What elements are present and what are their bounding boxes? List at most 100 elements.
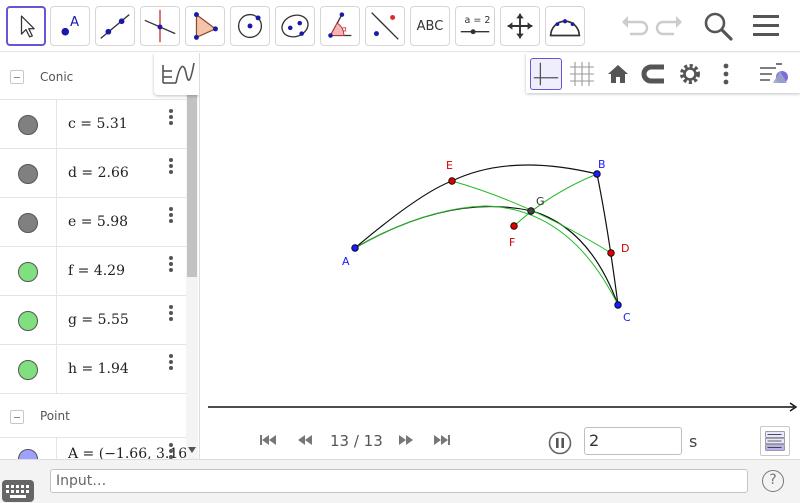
circle-tool[interactable]	[230, 6, 270, 46]
perpendicular-tool[interactable]	[140, 6, 180, 46]
point-a[interactable]	[351, 244, 359, 252]
point-c[interactable]	[614, 301, 622, 309]
algebra-toggle-icon	[760, 63, 788, 83]
main-menu-button[interactable]	[748, 8, 784, 44]
angle-tool[interactable]: α	[320, 6, 360, 46]
redo-button[interactable]	[652, 8, 688, 44]
point-b[interactable]	[593, 170, 601, 178]
group-header-point[interactable]: Point	[0, 393, 186, 439]
algebra-row[interactable]: c = 5.31	[0, 99, 186, 148]
input-field[interactable]	[50, 469, 748, 493]
more-options-button[interactable]	[710, 58, 742, 90]
more-options-icon[interactable]	[166, 158, 176, 176]
table-icon	[765, 431, 785, 451]
magnet-icon	[641, 64, 664, 84]
next-step-button[interactable]	[396, 432, 416, 448]
polygon-tool[interactable]	[185, 6, 225, 46]
line-tool[interactable]	[95, 6, 135, 46]
cursor-arrow-icon	[20, 15, 35, 38]
fast-forward-icon	[399, 435, 413, 445]
first-step-button[interactable]	[258, 432, 278, 448]
speed-input[interactable]: 2	[584, 427, 682, 455]
algebra-row[interactable]: d = 2.66	[0, 148, 186, 197]
graphics-style-bar	[526, 53, 800, 93]
collapse-toggle[interactable]	[10, 410, 24, 424]
arc-green-2	[451, 180, 612, 254]
point-tool[interactable]: A	[50, 6, 90, 46]
settings-button[interactable]	[674, 58, 706, 90]
ellipse-tool[interactable]	[275, 6, 315, 46]
visibility-toggle[interactable]	[18, 449, 38, 459]
point-label-a: A	[342, 255, 350, 268]
perpendicular-line-icon	[144, 9, 176, 43]
custom-tool[interactable]	[545, 6, 585, 46]
algebra-row[interactable]: e = 5.98	[0, 197, 186, 246]
point-f[interactable]	[510, 222, 518, 230]
point-d[interactable]	[607, 249, 615, 257]
point-label-f: F	[509, 236, 515, 249]
last-step-button[interactable]	[432, 432, 452, 448]
row-value: f = 4.29	[68, 263, 125, 279]
slider-tool-label: a = 2	[465, 15, 491, 26]
axes-icon	[533, 62, 559, 86]
more-options-icon[interactable]	[166, 354, 176, 372]
home-button[interactable]	[602, 58, 634, 90]
row-value: g = 5.55	[68, 312, 129, 328]
more-options-icon[interactable]	[166, 443, 176, 459]
style-bar-toggle-button[interactable]	[756, 58, 792, 90]
ellipse-icon	[281, 14, 309, 38]
scroll-thumb[interactable]	[187, 93, 197, 277]
move-graphics-tool[interactable]	[500, 6, 540, 46]
graphics-view[interactable]: A B C D E F G	[200, 53, 800, 459]
undo-button[interactable]	[616, 8, 652, 44]
point-label-c: C	[623, 311, 631, 324]
row-value: c = 5.31	[68, 116, 128, 132]
animation-bar: 13 / 13 2 s	[208, 422, 800, 459]
point-e[interactable]	[448, 177, 456, 185]
scroll-down-arrow-icon[interactable]	[188, 447, 196, 453]
visibility-toggle[interactable]	[18, 213, 38, 233]
keyboard-button[interactable]	[2, 480, 34, 502]
algebra-scrollbar[interactable]	[186, 53, 198, 459]
more-options-icon[interactable]	[166, 109, 176, 127]
collapse-toggle[interactable]	[10, 70, 24, 84]
pause-button[interactable]	[548, 431, 572, 455]
point-label-b: B	[598, 158, 606, 171]
toggle-grid-button[interactable]	[566, 58, 598, 90]
construction-canvas[interactable]: A B C D E F G	[200, 53, 800, 459]
algebra-row[interactable]: f = 4.29	[0, 246, 186, 295]
more-options-icon[interactable]	[166, 207, 176, 225]
toggle-axes-button[interactable]	[530, 58, 562, 90]
visibility-toggle[interactable]	[18, 115, 38, 135]
algebra-row[interactable]: g = 5.55	[0, 295, 186, 344]
row-value: e = 5.98	[68, 214, 129, 230]
svg-text:A: A	[70, 15, 79, 30]
point-label-e: E	[446, 159, 453, 172]
more-options-icon[interactable]	[166, 256, 176, 274]
help-button[interactable]: ?	[762, 470, 784, 492]
visibility-toggle[interactable]	[18, 164, 38, 184]
visibility-toggle[interactable]	[18, 360, 38, 380]
algebra-view: Conic c = 5.31 d = 2.66 e = 5.98 f = 4.2…	[0, 53, 200, 459]
slider-tool[interactable]: a = 2	[455, 6, 495, 46]
algebra-row[interactable]: A = (−1.66, 3.16)	[0, 437, 193, 459]
rewind-icon	[298, 435, 312, 445]
previous-step-button[interactable]	[295, 432, 315, 448]
point-capturing-button[interactable]	[638, 58, 670, 90]
graphing-toggle-button[interactable]	[154, 53, 199, 95]
construction-protocol-button[interactable]	[760, 426, 790, 456]
search-button[interactable]	[700, 8, 736, 44]
speed-unit: s	[689, 432, 698, 451]
text-tool[interactable]: ABC	[410, 6, 450, 46]
algebra-row[interactable]: h = 1.94	[0, 344, 186, 393]
visibility-toggle[interactable]	[18, 262, 38, 282]
visibility-toggle[interactable]	[18, 311, 38, 331]
settings-icon	[680, 64, 700, 84]
grid-icon	[570, 62, 594, 86]
point-label-g: G	[536, 195, 545, 208]
reflect-tool[interactable]	[365, 6, 405, 46]
more-options-icon[interactable]	[166, 305, 176, 323]
move-tool[interactable]	[6, 6, 46, 46]
arc-ac	[354, 206, 619, 306]
point-g[interactable]	[527, 207, 535, 215]
